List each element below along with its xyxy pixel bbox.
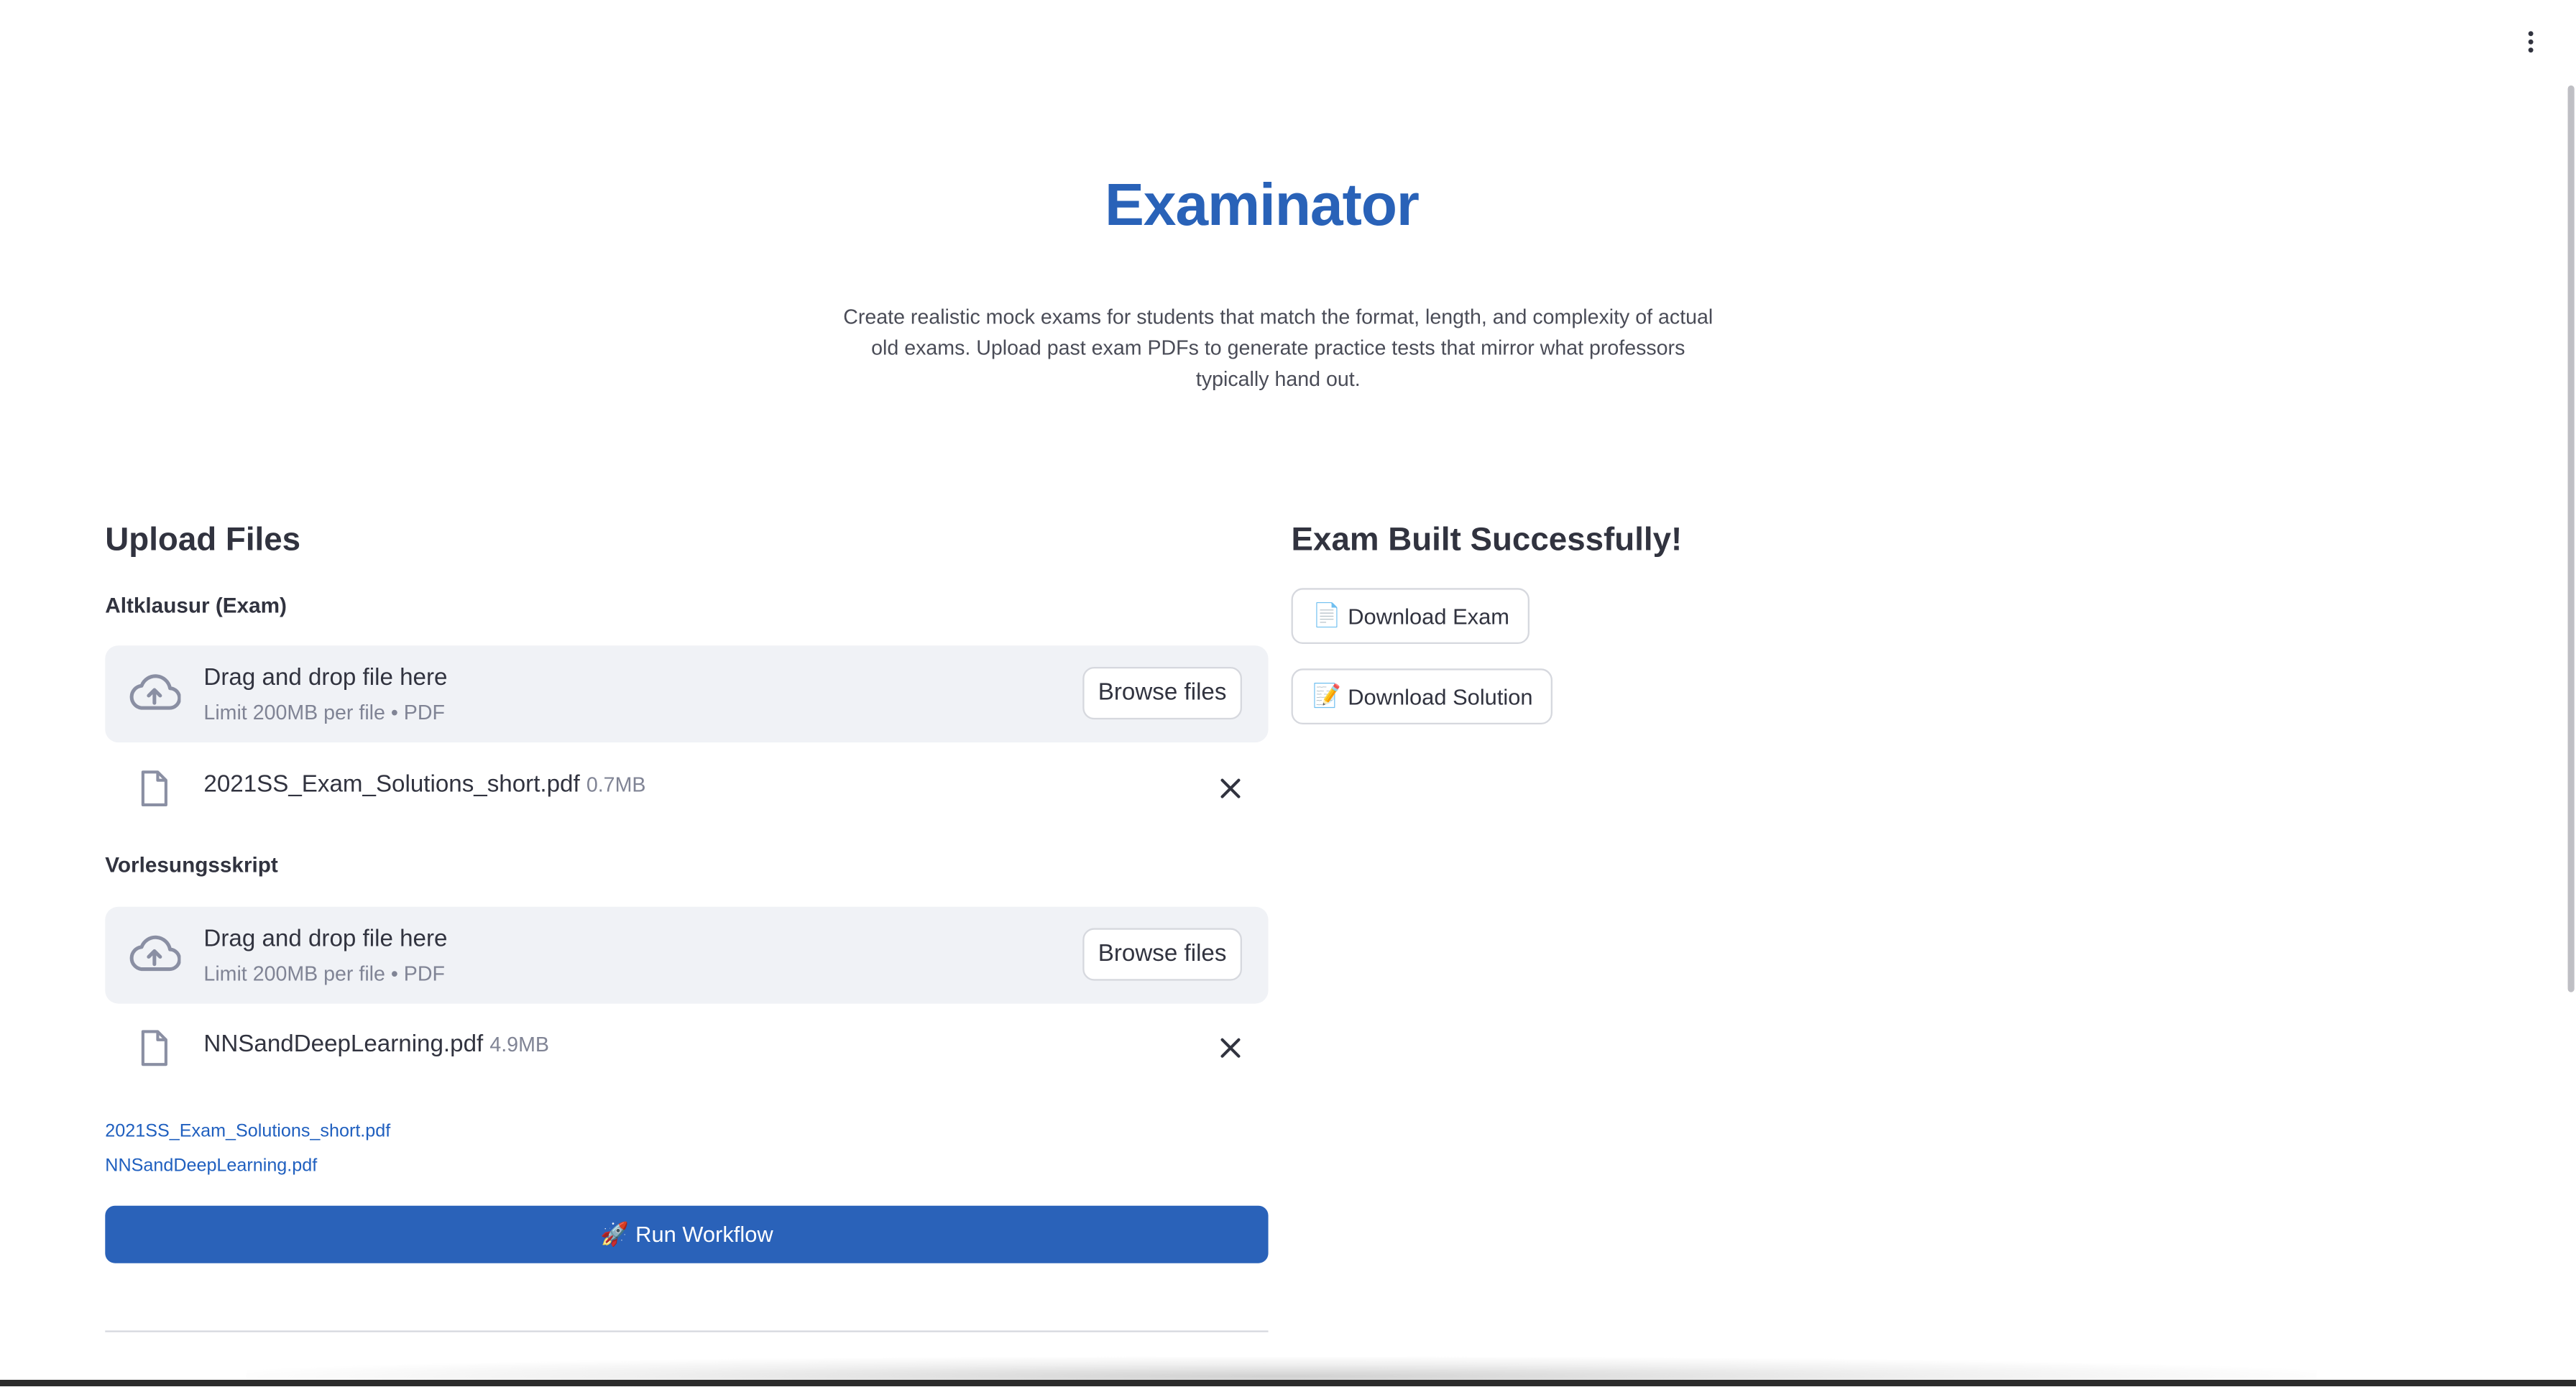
- dropzone-limit: Limit 200MB per file • PDF: [203, 701, 445, 724]
- download-exam-button[interactable]: 📄 Download Exam: [1291, 588, 1530, 644]
- memo-icon: 📝: [1312, 683, 1342, 710]
- more-options-icon[interactable]: [2513, 23, 2547, 59]
- exam-file-name: 2021SS_Exam_Solutions_short.pdf: [203, 772, 580, 798]
- exam-upload-label: Altklausur (Exam): [105, 593, 287, 618]
- exam-browse-button[interactable]: Browse files: [1082, 666, 1242, 720]
- download-exam-label: Download Exam: [1348, 603, 1509, 629]
- exam-file-size: 0.7MB: [586, 773, 646, 797]
- app-window: Examinator Create realistic mock exams f…: [0, 0, 2576, 1387]
- close-icon[interactable]: [1214, 1031, 1247, 1064]
- script-file-link[interactable]: NNSandDeepLearning.pdf: [105, 1156, 317, 1176]
- divider: [105, 1330, 1269, 1332]
- upload-files-heading: Upload Files: [105, 522, 301, 559]
- dropzone-title: Drag and drop file here: [203, 665, 448, 692]
- script-file-size: 4.9MB: [489, 1033, 549, 1056]
- rocket-icon: 🚀: [600, 1221, 630, 1248]
- run-workflow-button[interactable]: 🚀 Run Workflow: [105, 1205, 1269, 1263]
- bottom-edge: [0, 1379, 2576, 1387]
- exam-dropzone[interactable]: Drag and drop file here Limit 200MB per …: [105, 645, 1269, 743]
- script-file-name: NNSandDeepLearning.pdf: [203, 1031, 484, 1058]
- success-heading: Exam Built Successfully!: [1291, 522, 1683, 559]
- file-icon: [141, 1030, 167, 1066]
- script-upload-label: Vorlesungsskript: [105, 852, 278, 877]
- close-icon[interactable]: [1214, 772, 1247, 805]
- document-icon: 📄: [1312, 602, 1342, 630]
- download-solution-label: Download Solution: [1348, 683, 1533, 709]
- cloud-upload-icon: [129, 674, 181, 710]
- page-description: Create realistic mock exams for students…: [843, 305, 1714, 391]
- download-solution-button[interactable]: 📝 Download Solution: [1291, 668, 1553, 724]
- exam-uploaded-file: 2021SS_Exam_Solutions_short.pdf 0.7MB: [105, 759, 1268, 831]
- cloud-upload-icon: [129, 935, 181, 972]
- script-browse-button[interactable]: Browse files: [1082, 928, 1242, 981]
- script-dropzone[interactable]: Drag and drop file here Limit 200MB per …: [105, 906, 1269, 1004]
- scrollbar-thumb[interactable]: [2567, 85, 2575, 992]
- dropzone-title: Drag and drop file here: [203, 926, 448, 953]
- script-uploaded-file: NNSandDeepLearning.pdf 4.9MB: [105, 1018, 1268, 1091]
- exam-file-link[interactable]: 2021SS_Exam_Solutions_short.pdf: [105, 1122, 390, 1141]
- file-icon: [141, 770, 167, 807]
- page-title: Examinator: [1105, 170, 1420, 239]
- run-workflow-label: Run Workflow: [635, 1222, 773, 1247]
- dropzone-limit: Limit 200MB per file • PDF: [203, 962, 445, 986]
